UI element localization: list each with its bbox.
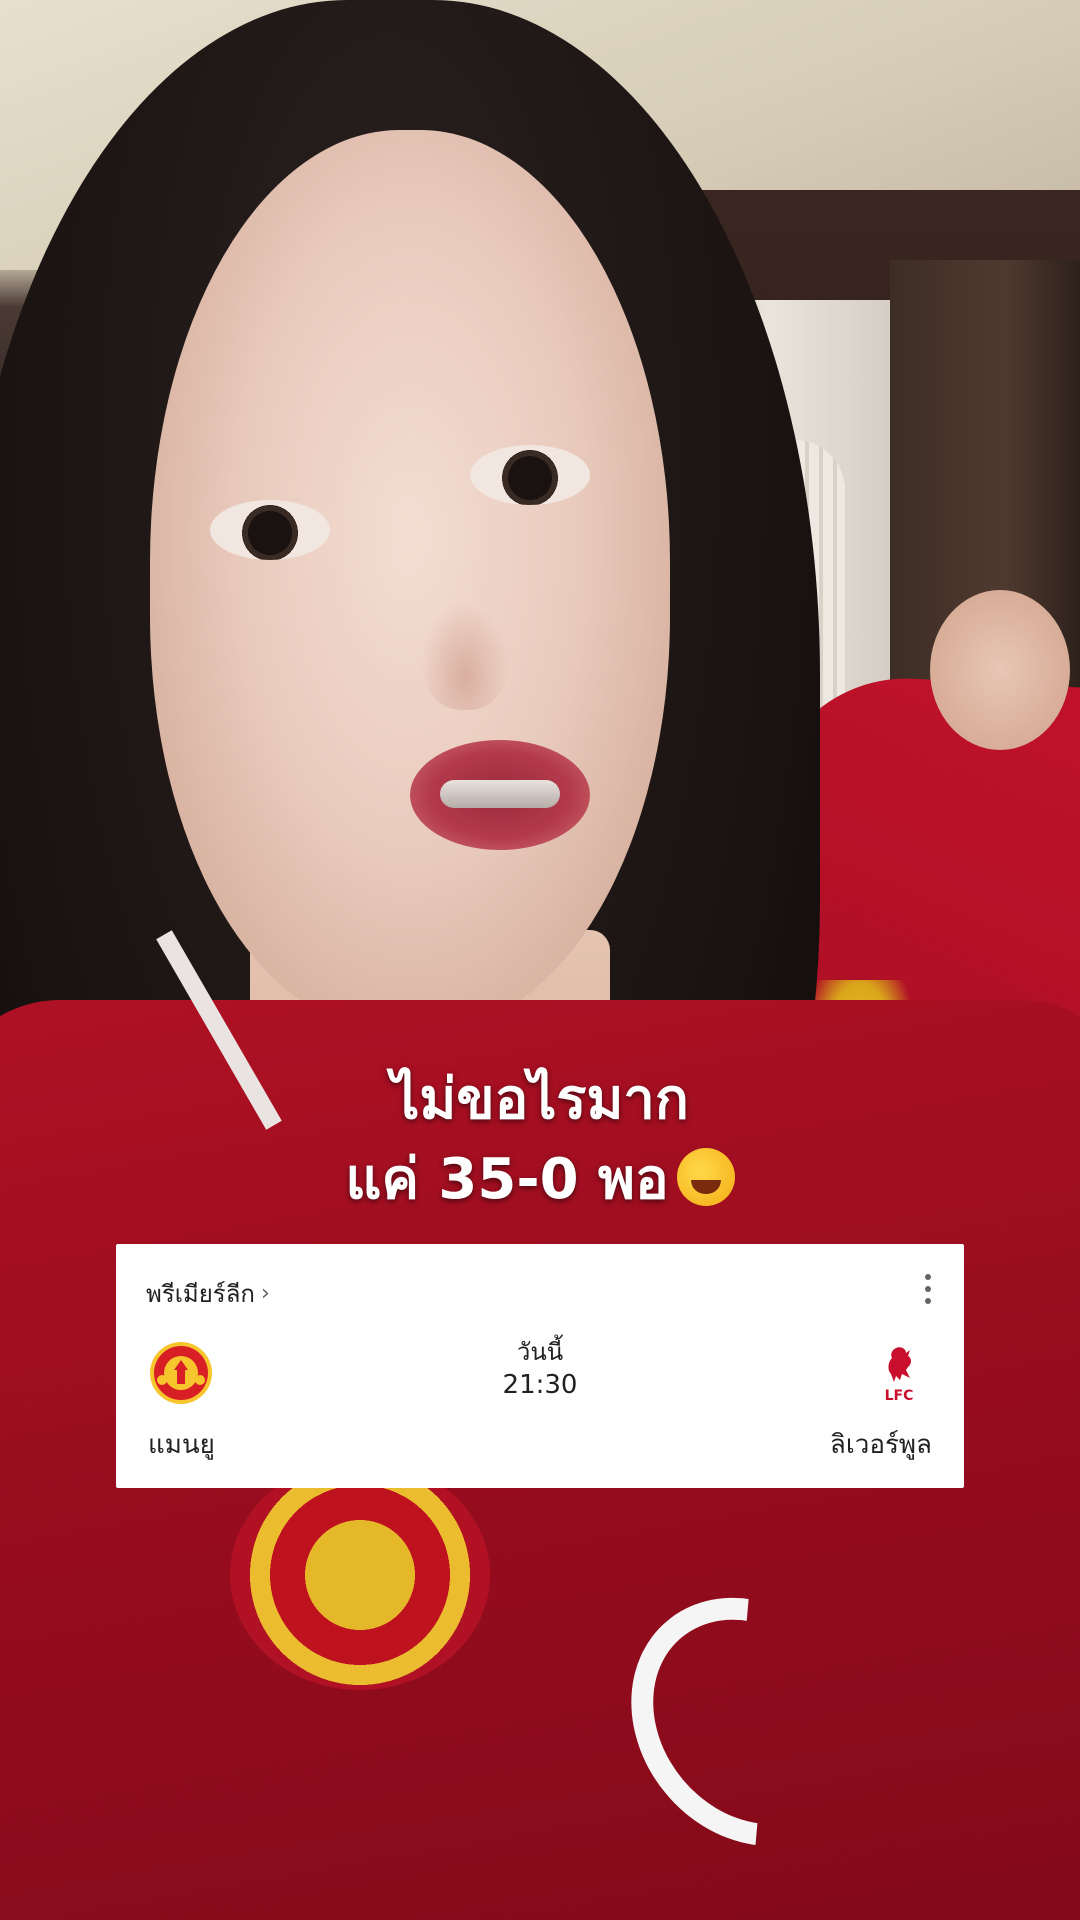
caption-line-2-text: แค่ 35-0 พอ <box>345 1147 669 1212</box>
more-options-icon[interactable] <box>920 1274 936 1304</box>
league-link[interactable]: พรีเมียร์ลีก › <box>146 1274 270 1313</box>
face <box>150 130 670 1030</box>
nose <box>420 600 510 710</box>
match-day: วันนี้ <box>516 1338 564 1366</box>
match-card[interactable]: พรีเมียร์ลีก › วันนี้ 21:30 LFC แมนยู ลิ… <box>116 1244 964 1488</box>
more-dot <box>925 1298 931 1304</box>
away-team-name[interactable]: ลิเวอร์พูล <box>830 1424 932 1465</box>
hand <box>930 590 1070 750</box>
caption-line-1: ไม่ขอไรมาก <box>391 1067 689 1132</box>
left-eye <box>210 500 330 560</box>
more-dot <box>925 1274 931 1280</box>
league-label: พรีเมียร์ลีก <box>146 1280 255 1308</box>
video-caption: ไม่ขอไรมาก แค่ 35-0 พอ <box>0 1060 1080 1220</box>
home-team-name[interactable]: แมนยู <box>148 1424 215 1465</box>
right-eye <box>470 445 590 505</box>
more-dot <box>925 1286 931 1292</box>
caption-line-2: แค่ 35-0 พอ <box>0 1140 1080 1220</box>
kickoff-time: 21:30 <box>502 1370 578 1400</box>
laughing-emoji-icon <box>676 1148 735 1206</box>
kickoff-info: วันนี้ 21:30 <box>116 1336 964 1402</box>
teeth-braces <box>440 780 560 808</box>
lfc-logo-text: LFC <box>885 1388 914 1404</box>
jersey-crest <box>230 1460 490 1690</box>
chevron-right-icon: › <box>260 1281 270 1306</box>
video-frame[interactable]: ไม่ขอไรมาก แค่ 35-0 พอ พรีเมียร์ลีก › วั… <box>0 0 1080 1920</box>
liverpool-crest-icon[interactable]: LFC <box>866 1340 932 1406</box>
